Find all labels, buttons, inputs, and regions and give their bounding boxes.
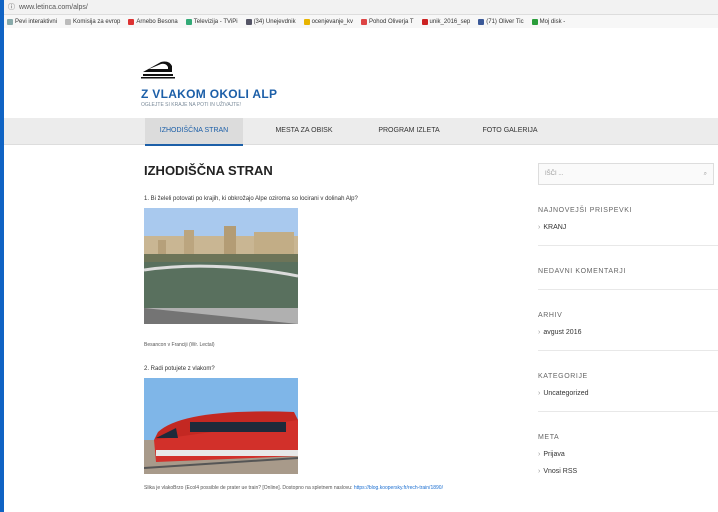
bookmark-icon bbox=[360, 18, 367, 25]
divider bbox=[538, 350, 718, 351]
search-icon[interactable]: ⌕ bbox=[704, 171, 707, 178]
info-icon: ⓘ bbox=[8, 4, 15, 11]
categories-title: KATEGORIJE bbox=[538, 373, 588, 380]
bookmark-item[interactable]: Moj disk - bbox=[531, 18, 566, 25]
bookmark-item[interactable]: Arnebo Besona bbox=[128, 18, 178, 25]
archive-item[interactable]: avgust 2016 bbox=[538, 329, 718, 336]
nav-program[interactable]: PROGRAM IZLETA bbox=[364, 118, 454, 144]
bookmark-icon bbox=[128, 18, 135, 25]
train-logo-icon[interactable] bbox=[141, 58, 175, 80]
site-header: Z VLAKOM OKOLI ALP OGLEJTE SI KRAJE NA P… bbox=[141, 58, 277, 108]
divider bbox=[538, 245, 718, 246]
bookmark-icon bbox=[65, 18, 72, 25]
recent-comments-title: NEDAVNI KOMENTARJI bbox=[538, 268, 626, 275]
archive-title: ARHIV bbox=[538, 312, 563, 319]
bookmark-icon bbox=[245, 18, 252, 25]
bookmark-item[interactable]: (34) Unejevdnik bbox=[245, 18, 296, 25]
website: Z VLAKOM OKOLI ALP OGLEJTE SI KRAJE NA P… bbox=[4, 28, 718, 512]
bookmark-icon bbox=[531, 18, 538, 25]
site-title[interactable]: Z VLAKOM OKOLI ALP bbox=[141, 87, 277, 101]
divider bbox=[538, 411, 718, 412]
bookmark-item[interactable]: unik_2016_sep bbox=[421, 18, 471, 25]
meta-title: META bbox=[538, 434, 560, 441]
bookmark-label: Arnebo Besona bbox=[136, 18, 178, 25]
recent-posts-title: NAJNOVEJŠI PRISPEVKI bbox=[538, 207, 633, 214]
meta-login[interactable]: Prijava bbox=[538, 451, 718, 458]
address-bar[interactable]: ⓘ www.letinca.com/alps/ bbox=[4, 0, 718, 15]
train-photo[interactable] bbox=[144, 378, 298, 474]
bookmark-icon bbox=[303, 18, 310, 25]
bookmark-label: ocenjevanje_kv bbox=[311, 18, 353, 25]
search-input[interactable]: IŠČI ... ⌕ bbox=[538, 163, 714, 185]
source-text: Slika je vlakoBrzo (Ecol4 possible de pr… bbox=[144, 485, 353, 491]
bookmark-label: unik_2016_sep bbox=[429, 18, 471, 25]
divider bbox=[538, 289, 718, 290]
bookmark-item[interactable]: Pohod Oliverja T bbox=[360, 18, 414, 25]
browser-window: ⓘ www.letinca.com/alps/ Pevi interaktivn… bbox=[4, 0, 718, 512]
nav-gallery[interactable]: FOTO GALERIJA bbox=[470, 118, 550, 144]
question-1: 1. Bi želeli potovati po krajih, ki obkr… bbox=[144, 196, 358, 202]
meta-rss[interactable]: Vnosi RSS bbox=[538, 468, 718, 475]
sidebar: IŠČI ... ⌕ NAJNOVEJŠI PRISPEVKI KRANJ NE… bbox=[538, 163, 718, 475]
main-content: IZHODIŠČNA STRAN 1. Bi želeli potovati p… bbox=[144, 163, 504, 492]
bookmark-icon bbox=[7, 18, 13, 25]
bookmark-item[interactable]: Komisija za evrop bbox=[65, 18, 121, 25]
main-navigation: IZHODIŠČNA STRAN MESTA ZA OBISK PROGRAM … bbox=[4, 118, 718, 146]
bookmark-label: Televizija - TViPi bbox=[193, 18, 238, 25]
photo-source: Slika je vlakoBrzo (Ecol4 possible de pr… bbox=[144, 484, 504, 492]
question-2: 2. Radi potujete z vlakom? bbox=[144, 366, 215, 372]
bookmark-item[interactable]: Televizija - TViPi bbox=[185, 18, 238, 25]
bookmark-label: (34) Unejevdnik bbox=[253, 18, 296, 25]
bookmark-label: (71) Oliver Tic bbox=[486, 18, 524, 25]
page-title: IZHODIŠČNA STRAN bbox=[144, 163, 273, 178]
bookmarks-bar: Pevi interaktivni Komisija za evrop Arnebo… bbox=[4, 15, 718, 29]
bookmark-item[interactable]: ocenjevanje_kv bbox=[303, 18, 353, 25]
bookmark-label: Pohod Oliverja T bbox=[368, 18, 414, 25]
bookmark-item[interactable]: (71) Oliver Tic bbox=[478, 18, 524, 25]
bookmark-icon bbox=[421, 18, 428, 25]
bookmark-icon bbox=[478, 18, 485, 25]
url-text: www.letinca.com/alps/ bbox=[19, 3, 88, 11]
photo-caption-1: Besancon v Franciji (Wr. Lectal) bbox=[144, 342, 215, 348]
nav-home[interactable]: IZHODIŠČNA STRAN bbox=[145, 118, 243, 146]
besancon-photo[interactable] bbox=[144, 208, 298, 324]
search-placeholder: IŠČI ... bbox=[545, 171, 564, 177]
bookmark-icon bbox=[185, 18, 192, 25]
nav-places[interactable]: MESTA ZA OBISK bbox=[260, 118, 348, 144]
site-tagline: OGLEJTE SI KRAJE NA POTI IN UŽIVAJTE! bbox=[141, 102, 241, 108]
bookmark-item[interactable]: Pevi interaktivni bbox=[7, 18, 58, 25]
bookmark-label: Moj disk - bbox=[539, 18, 566, 25]
bookmark-label: Komisija za evrop bbox=[73, 18, 121, 25]
bookmark-label: Pevi interaktivni bbox=[15, 18, 58, 25]
category-item[interactable]: Uncategorized bbox=[538, 390, 718, 397]
source-link[interactable]: https://blog.koopersky.fr/rech-train/189… bbox=[354, 485, 443, 491]
recent-post-item[interactable]: KRANJ bbox=[538, 224, 718, 231]
